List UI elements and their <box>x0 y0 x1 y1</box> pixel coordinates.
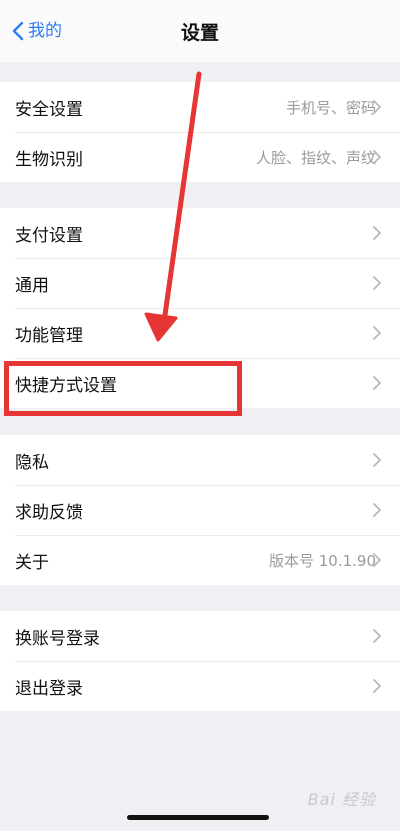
row-about[interactable]: 关于 版本号 10.1.90 <box>0 535 400 585</box>
row-label: 求助反馈 <box>15 502 83 523</box>
row-help-feedback[interactable]: 求助反馈 <box>0 485 400 535</box>
settings-group-login: 换账号登录 退出登录 <box>0 611 400 711</box>
chevron-right-icon <box>373 276 381 290</box>
chevron-right-icon <box>373 326 381 340</box>
row-switch-account[interactable]: 换账号登录 <box>0 611 400 661</box>
chevron-right-icon <box>373 100 381 114</box>
chevron-right-icon <box>373 453 381 467</box>
row-label: 安全设置 <box>15 99 83 120</box>
watermark: Bai 经验 <box>307 790 376 809</box>
settings-group-general: 支付设置 通用 功能管理 快捷方式设置 <box>0 208 400 408</box>
row-security-settings[interactable]: 安全设置 手机号、密码 <box>0 82 400 132</box>
chevron-right-icon <box>373 150 381 164</box>
back-label: 我的 <box>28 21 62 41</box>
chevron-right-icon <box>373 679 381 693</box>
row-label: 换账号登录 <box>15 628 100 649</box>
row-payment-settings[interactable]: 支付设置 <box>0 208 400 258</box>
row-general[interactable]: 通用 <box>0 258 400 308</box>
row-label: 生物识别 <box>15 149 83 170</box>
row-biometric[interactable]: 生物识别 人脸、指纹、声纹 <box>0 132 400 182</box>
row-label: 支付设置 <box>15 225 83 246</box>
row-value: 手机号、密码 <box>285 98 376 117</box>
page-title: 设置 <box>180 21 219 44</box>
navigation-bar: 我的 设置 <box>0 0 400 62</box>
chevron-left-icon <box>12 21 24 41</box>
row-privacy[interactable]: 隐私 <box>0 435 400 485</box>
row-label: 功能管理 <box>15 325 83 346</box>
home-indicator[interactable] <box>127 815 269 820</box>
row-label: 关于 <box>15 552 49 573</box>
settings-group-account: 安全设置 手机号、密码 生物识别 人脸、指纹、声纹 <box>0 82 400 182</box>
row-logout[interactable]: 退出登录 <box>0 661 400 711</box>
version-value: 版本号 10.1.90 <box>268 551 376 570</box>
chevron-right-icon <box>373 553 381 567</box>
row-value: 人脸、指纹、声纹 <box>255 148 376 167</box>
chevron-right-icon <box>373 226 381 240</box>
settings-screen: 我的 设置 安全设置 手机号、密码 生物识别 人脸、指纹、声纹 支付设置 通用 … <box>0 0 400 831</box>
row-label: 退出登录 <box>15 678 83 699</box>
chevron-right-icon <box>373 629 381 643</box>
back-button[interactable]: 我的 <box>12 20 62 42</box>
row-label: 通用 <box>15 275 49 296</box>
chevron-right-icon <box>373 376 381 390</box>
row-feature-management[interactable]: 功能管理 <box>0 308 400 358</box>
chevron-right-icon <box>373 503 381 517</box>
settings-group-about: 隐私 求助反馈 关于 版本号 10.1.90 <box>0 435 400 585</box>
row-label: 隐私 <box>15 452 49 473</box>
row-shortcut-settings[interactable]: 快捷方式设置 <box>0 358 400 408</box>
row-label: 快捷方式设置 <box>15 375 117 396</box>
